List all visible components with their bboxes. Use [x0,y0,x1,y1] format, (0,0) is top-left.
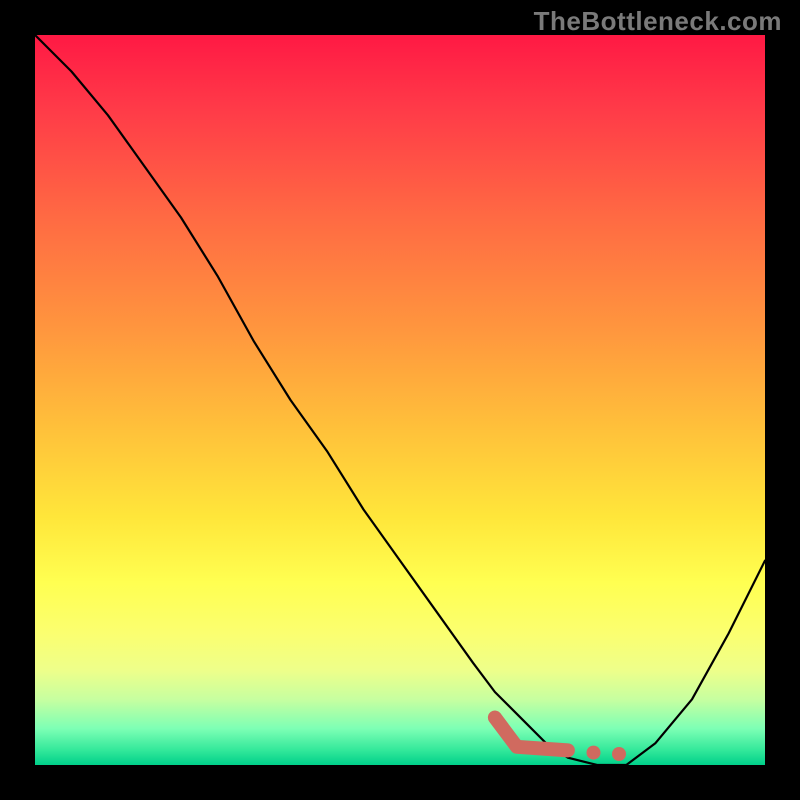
bottleneck-curve [35,35,765,765]
plot-overlay [35,35,765,765]
plot-area [35,35,765,765]
highlight-segment [495,718,568,751]
watermark-text: TheBottleneck.com [534,6,782,37]
highlight-marker [495,718,626,762]
highlight-dot [612,747,626,761]
highlight-dot [587,746,601,760]
chart-frame: TheBottleneck.com [0,0,800,800]
